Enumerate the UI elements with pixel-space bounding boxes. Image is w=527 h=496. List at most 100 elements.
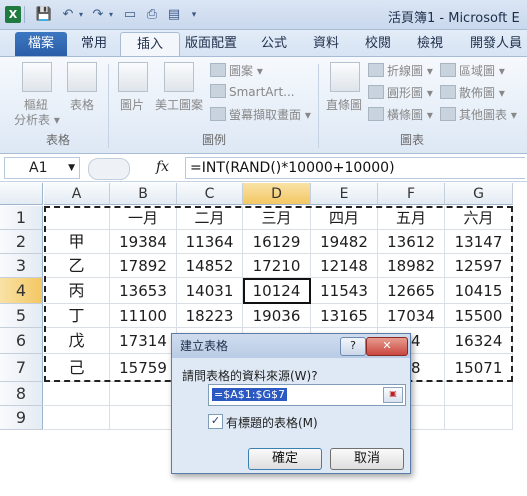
clipart-icon[interactable] (164, 62, 194, 92)
cell-d1[interactable]: 三月 (243, 206, 311, 230)
cell-b6[interactable]: 17314 (110, 328, 177, 354)
cell-g9[interactable] (445, 406, 513, 430)
cell-b3[interactable]: 17892 (110, 254, 177, 278)
cell-b4[interactable]: 13653 (110, 278, 177, 304)
table-button-label[interactable]: 表格 (70, 96, 94, 113)
cell-a4[interactable]: 丙 (44, 278, 110, 304)
insert-function-icon[interactable]: fx (156, 159, 169, 175)
tab-developer[interactable]: 開發人員 (466, 32, 526, 56)
bar-chart-button[interactable]: 橫條圖 ▾ (368, 106, 433, 123)
cell-a6[interactable]: 戊 (44, 328, 110, 354)
row-header-6[interactable]: 6 (0, 328, 43, 354)
cell-e1[interactable]: 四月 (311, 206, 378, 230)
tab-insert[interactable]: 插入 (120, 32, 180, 57)
row-header-4[interactable]: 4 (0, 278, 43, 304)
row-header-3[interactable]: 3 (0, 254, 43, 278)
cell-d5[interactable]: 19036 (243, 304, 311, 328)
new-file-icon[interactable]: ▭ (122, 6, 138, 23)
formula-bar-toggle[interactable] (88, 158, 130, 180)
cell-f2[interactable]: 13612 (378, 230, 445, 254)
tab-file[interactable]: 檔案 (15, 32, 67, 56)
cell-c1[interactable]: 二月 (177, 206, 243, 230)
row-header-9[interactable]: 9 (0, 406, 43, 430)
collapse-dialog-icon[interactable]: ▣ (383, 387, 403, 403)
formula-input[interactable]: =INT(RAND()*10000+10000) (185, 157, 525, 179)
area-chart-button[interactable]: 區域圖 ▾ (440, 62, 505, 79)
pivot-table-label-2[interactable]: 分析表 ▾ (14, 111, 60, 128)
column-header-a[interactable]: A (44, 183, 110, 205)
cell-a7[interactable]: 己 (44, 354, 110, 382)
cell-f3[interactable]: 18982 (378, 254, 445, 278)
cell-a8[interactable] (44, 382, 110, 406)
cell-c2[interactable]: 11364 (177, 230, 243, 254)
select-all-corner[interactable] (0, 183, 43, 205)
cell-a5[interactable]: 丁 (44, 304, 110, 328)
column-header-b[interactable]: B (110, 183, 177, 205)
cell-b8[interactable] (110, 382, 177, 406)
picture-button-label[interactable]: 圖片 (120, 96, 144, 113)
cell-g5[interactable]: 15500 (445, 304, 513, 328)
cell-g8[interactable] (445, 382, 513, 406)
name-box[interactable]: A1 ▼ (4, 157, 80, 179)
scatter-chart-button[interactable]: 散佈圖 ▾ (440, 84, 505, 101)
redo-dropdown-icon[interactable]: ▾ (106, 6, 116, 23)
row-header-1[interactable]: 1 (0, 206, 43, 230)
column-header-d[interactable]: D (243, 183, 311, 205)
cell-g1[interactable]: 六月 (445, 206, 513, 230)
row-header-8[interactable]: 8 (0, 382, 43, 406)
column-header-f[interactable]: F (378, 183, 445, 205)
screenshot-button[interactable]: 螢幕擷取畫面 ▾ (210, 106, 311, 123)
cell-f1[interactable]: 五月 (378, 206, 445, 230)
customize-toolbar-icon[interactable]: ▾ (188, 6, 200, 23)
line-chart-button[interactable]: 折線圖 ▾ (368, 62, 433, 79)
cell-b2[interactable]: 19384 (110, 230, 177, 254)
ok-button[interactable]: 確定 (248, 448, 322, 470)
undo-dropdown-icon[interactable]: ▾ (76, 6, 86, 23)
cell-e2[interactable]: 19482 (311, 230, 378, 254)
cell-f4[interactable]: 12665 (378, 278, 445, 304)
shapes-button[interactable]: 圖案 ▾ (210, 62, 263, 79)
tab-data[interactable]: 資料 (308, 32, 344, 56)
pie-chart-button[interactable]: 圓形圖 ▾ (368, 84, 433, 101)
print-icon[interactable]: ⎙ (144, 6, 160, 23)
cell-c5[interactable]: 18223 (177, 304, 243, 328)
undo-icon[interactable]: ↶ (60, 6, 76, 23)
cell-g2[interactable]: 13147 (445, 230, 513, 254)
cell-b9[interactable] (110, 406, 177, 430)
cell-g6[interactable]: 16324 (445, 328, 513, 354)
close-button[interactable]: ✕ (366, 337, 408, 356)
open-icon[interactable]: ▤ (166, 6, 182, 23)
header-checkbox-label[interactable]: 有標題的表格(M) (226, 414, 318, 431)
cell-d2[interactable]: 16129 (243, 230, 311, 254)
chevron-down-icon[interactable]: ▼ (68, 158, 75, 178)
tab-formulas[interactable]: 公式 (256, 32, 292, 56)
row-header-2[interactable]: 2 (0, 230, 43, 254)
cell-g4[interactable]: 10415 (445, 278, 513, 304)
tab-view[interactable]: 檢視 (412, 32, 448, 56)
cell-g3[interactable]: 12597 (445, 254, 513, 278)
smartart-button[interactable]: SmartArt... (210, 84, 295, 99)
table-icon[interactable] (67, 62, 97, 92)
column-header-g[interactable]: G (445, 183, 513, 205)
clipart-button-label[interactable]: 美工圖案 (155, 96, 203, 113)
redo-icon[interactable]: ↷ (90, 6, 106, 23)
cell-e4[interactable]: 11543 (311, 278, 378, 304)
column-chart-icon[interactable] (330, 62, 360, 92)
cell-a1[interactable] (44, 206, 110, 230)
cell-c3[interactable]: 14852 (177, 254, 243, 278)
cell-d3[interactable]: 17210 (243, 254, 311, 278)
column-chart-label[interactable]: 直條圖 (326, 96, 362, 113)
row-header-7[interactable]: 7 (0, 354, 43, 382)
cell-f5[interactable]: 17034 (378, 304, 445, 328)
cell-e5[interactable]: 13165 (311, 304, 378, 328)
cell-b7[interactable]: 15759 (110, 354, 177, 382)
tab-home[interactable]: 常用 (76, 32, 112, 56)
cell-e3[interactable]: 12148 (311, 254, 378, 278)
row-header-5[interactable]: 5 (0, 304, 43, 328)
column-header-c[interactable]: C (177, 183, 243, 205)
header-checkbox[interactable]: ✓ (208, 414, 223, 429)
cell-a2[interactable]: 甲 (44, 230, 110, 254)
pivot-table-icon[interactable] (22, 62, 52, 92)
tab-page-layout[interactable]: 版面配置 (184, 32, 238, 56)
other-charts-button[interactable]: 其他圖表 ▾ (440, 106, 517, 123)
